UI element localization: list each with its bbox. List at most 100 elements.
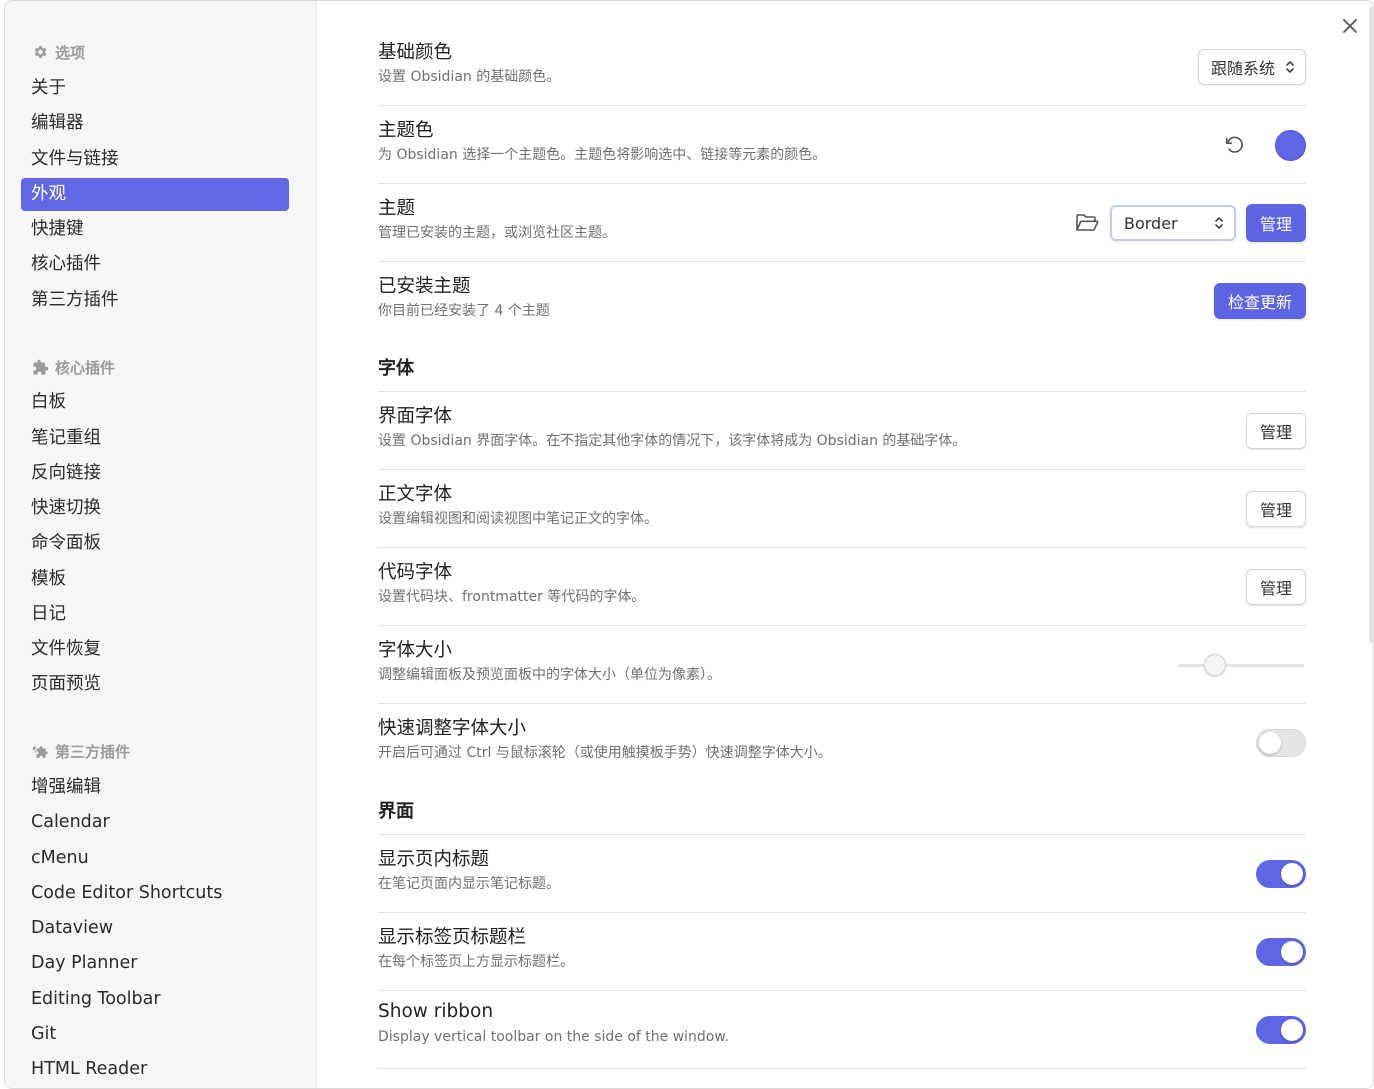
manage-text-font-button[interactable]: 管理 — [1245, 491, 1306, 527]
setting-name: 主题 — [378, 198, 416, 219]
sidebar-item-appearance[interactable]: 外观 — [21, 178, 289, 211]
setting-name: Show ribbon — [378, 1001, 494, 1022]
show-ribbon-toggle[interactable] — [1256, 1016, 1306, 1044]
sidebar-item-plugin[interactable]: Dataview — [21, 912, 289, 945]
sidebar-item-plugin[interactable]: Editing Toolbar — [21, 983, 289, 1016]
sidebar-item-backlinks[interactable]: 反向链接 — [21, 457, 289, 490]
setting-control: 管理 — [1245, 548, 1306, 626]
manage-interface-font-button[interactable]: 管理 — [1245, 413, 1306, 449]
setting-font-size: 字体大小 调整编辑面板及预览面板中的字体大小（单位为像素）。 — [378, 626, 1306, 704]
setting-description: 设置编辑视图和阅读视图中笔记正文的字体。 — [378, 511, 658, 527]
setting-description: 设置代码块、frontmatter 等代码的字体。 — [378, 589, 646, 605]
setting-name: 基础颜色 — [378, 42, 453, 63]
sidebar-item-command-palette[interactable]: 命令面板 — [21, 527, 289, 560]
puzzle-icon — [31, 358, 49, 376]
sidebar-item-daily-notes[interactable]: 日记 — [21, 598, 289, 631]
setting-name: 主题色 — [378, 120, 434, 141]
setting-quick-font-size: 快速调整字体大小 开启后可通过 Ctrl 与鼠标滚轮（或使用触摸板手势）快速调整… — [378, 704, 1306, 782]
setting-description: 管理已安装的主题，或浏览社区主题。 — [378, 225, 616, 241]
reset-icon[interactable] — [1221, 132, 1247, 158]
setting-show-ribbon: Show ribbon Display vertical toolbar on … — [378, 991, 1306, 1069]
scrollbar[interactable] — [1369, 7, 1373, 643]
setting-show-tab-title-bar: 显示标签页标题栏 在每个标签页上方显示标题栏。 — [378, 913, 1306, 991]
setting-description: 调整编辑面板及预览面板中的字体大小（单位为像素）。 — [378, 667, 721, 683]
setting-control — [1256, 835, 1306, 913]
manage-code-font-button[interactable]: 管理 — [1245, 569, 1306, 605]
sidebar-item-plugin[interactable]: Day Planner — [21, 947, 289, 980]
setting-name: 界面字体 — [378, 406, 453, 427]
accent-color-swatch[interactable] — [1275, 129, 1306, 161]
sidebar-item-quick-switcher[interactable]: 快速切换 — [21, 492, 289, 525]
section-heading-interface: 界面 — [378, 791, 1306, 835]
puzzle-multi-icon — [31, 742, 49, 760]
toggle-knob — [1259, 732, 1281, 754]
setting-control — [1256, 704, 1306, 782]
setting-name: 字体大小 — [378, 640, 453, 661]
sidebar-item-plugin[interactable]: Git — [21, 1018, 289, 1051]
settings-sidebar: 选项 关于 编辑器 文件与链接 外观 快捷键 核心插件 第三方插件 核心插件 白… — [5, 1, 317, 1088]
sidebar-item-plugin[interactable]: Calendar — [21, 806, 289, 839]
setting-code-font: 代码字体 设置代码块、frontmatter 等代码的字体。 管理 — [378, 548, 1306, 626]
setting-description: 为 Obsidian 选择一个主题色。主题色将影响选中、链接等元素的颜色。 — [378, 147, 827, 163]
section-title: 界面 — [378, 801, 414, 822]
setting-control: 跟随系统 — [1197, 28, 1306, 106]
setting-description: 开启后可通过 Ctrl 与鼠标滚轮（或使用触摸板手势）快速调整字体大小。 — [378, 745, 832, 761]
font-size-slider[interactable] — [1178, 653, 1304, 677]
folder-open-icon[interactable] — [1074, 210, 1100, 236]
settings-modal: 选项 关于 编辑器 文件与链接 外观 快捷键 核心插件 第三方插件 核心插件 白… — [4, 0, 1374, 1089]
sidebar-item-file-recovery[interactable]: 文件恢复 — [21, 633, 289, 666]
gear-icon — [31, 43, 49, 61]
sidebar-item-hotkeys[interactable]: 快捷键 — [21, 213, 289, 246]
setting-name: 显示页内标题 — [378, 849, 490, 870]
setting-name: 已安装主题 — [378, 276, 471, 297]
setting-name: 正文字体 — [378, 484, 453, 505]
sidebar-item-canvas[interactable]: 白板 — [21, 386, 289, 419]
show-tab-title-bar-toggle[interactable] — [1256, 938, 1306, 966]
quick-font-size-toggle[interactable] — [1256, 729, 1306, 757]
setting-accent-color: 主题色 为 Obsidian 选择一个主题色。主题色将影响选中、链接等元素的颜色… — [378, 106, 1306, 184]
dropdown-value: 跟随系统 — [1210, 59, 1275, 78]
sidebar-item-files-links[interactable]: 文件与链接 — [21, 143, 289, 176]
dropdown-value: Border — [1123, 213, 1178, 233]
sidebar-item-plugin[interactable]: HTML Reader — [21, 1053, 289, 1086]
setting-description: Display vertical toolbar on the side of … — [378, 1029, 729, 1045]
check-updates-button[interactable]: 检查更新 — [1213, 283, 1306, 319]
toggle-knob — [1281, 863, 1303, 885]
chevron-up-down-icon — [1285, 60, 1295, 74]
slider-thumb[interactable] — [1204, 654, 1226, 676]
setting-text-font: 正文字体 设置编辑视图和阅读视图中笔记正文的字体。 管理 — [378, 470, 1306, 548]
setting-name: 快速调整字体大小 — [378, 718, 527, 739]
setting-name: 显示标签页标题栏 — [378, 927, 527, 948]
sidebar-item-plugin[interactable]: Code Editor Shortcuts — [21, 877, 289, 910]
show-inline-title-toggle[interactable] — [1256, 860, 1306, 888]
sidebar-header-core-plugins: 核心插件 — [31, 356, 115, 378]
setting-interface-font: 界面字体 设置 Obsidian 界面字体。在不指定其他字体的情况下，该字体将成… — [378, 392, 1306, 470]
setting-name: 代码字体 — [378, 562, 453, 583]
toggle-knob — [1281, 941, 1303, 963]
toggle-knob — [1281, 1019, 1303, 1041]
sidebar-item-editor[interactable]: 编辑器 — [21, 107, 289, 140]
manage-themes-button[interactable]: 管理 — [1245, 204, 1306, 242]
sidebar-item-plugin[interactable]: 增强编辑 — [21, 771, 289, 804]
setting-control: 管理 — [1245, 470, 1306, 548]
sidebar-item-plugin[interactable]: cMenu — [21, 842, 289, 875]
sidebar-item-page-preview[interactable]: 页面预览 — [21, 668, 289, 701]
setting-control — [1221, 106, 1306, 184]
theme-dropdown[interactable]: Border — [1109, 205, 1236, 241]
sidebar-header-label: 核心插件 — [55, 358, 116, 377]
section-heading-font: 字体 — [378, 348, 1306, 392]
sidebar-item-note-composer[interactable]: 笔记重组 — [21, 422, 289, 455]
sidebar-item-templates[interactable]: 模板 — [21, 563, 289, 596]
setting-control: 检查更新 — [1213, 262, 1306, 340]
close-icon[interactable] — [1339, 15, 1361, 37]
sidebar-item-about[interactable]: 关于 — [21, 72, 289, 105]
sidebar-item-core-plugins[interactable]: 核心插件 — [21, 248, 289, 281]
chevron-up-down-icon — [1214, 216, 1224, 230]
sidebar-item-community-plugins[interactable]: 第三方插件 — [21, 284, 289, 317]
sidebar-header-label: 选项 — [55, 43, 86, 62]
setting-control — [1256, 913, 1306, 991]
sidebar-header-label: 第三方插件 — [55, 742, 131, 761]
setting-show-inline-title: 显示页内标题 在笔记页面内显示笔记标题。 — [378, 835, 1306, 913]
base-color-dropdown[interactable]: 跟随系统 — [1197, 49, 1306, 85]
setting-control: Border 管理 — [1074, 184, 1306, 262]
